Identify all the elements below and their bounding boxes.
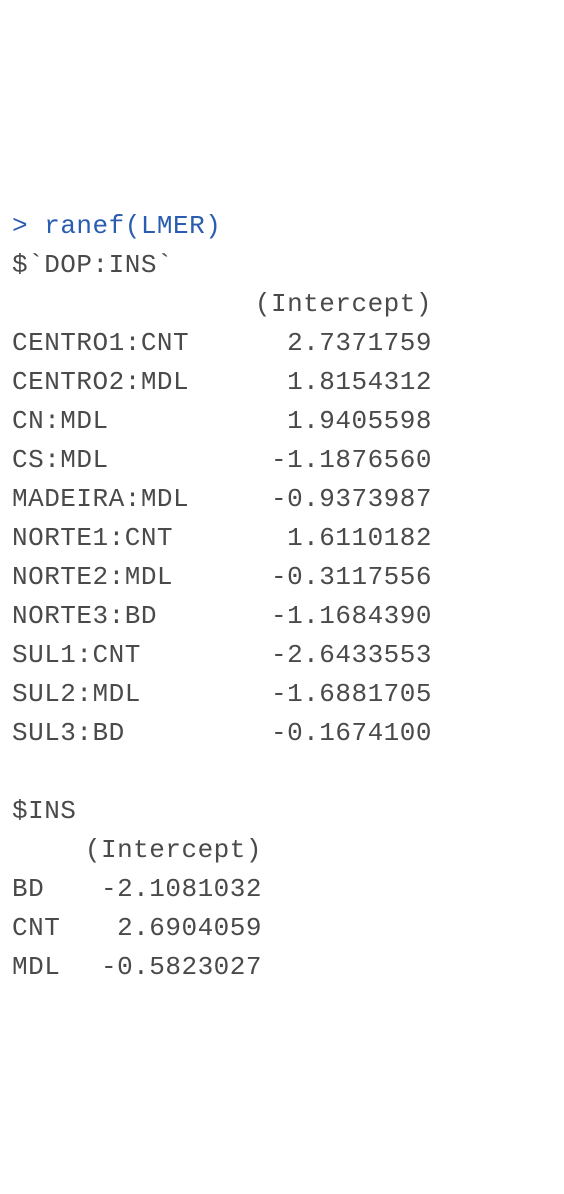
table-row-label: CENTRO1:CNT: [12, 324, 232, 363]
table-row-value: -1.1876560: [232, 441, 432, 480]
table-row-label: NORTE3:BD: [12, 597, 232, 636]
table-row-label: SUL2:MDL: [12, 675, 232, 714]
table-row-label: MADEIRA:MDL: [12, 480, 232, 519]
group1-header: (Intercept): [12, 285, 432, 324]
table-row-value: 1.6110182: [232, 519, 432, 558]
table-row-label: CS:MDL: [12, 441, 232, 480]
table-row-label: CNT: [12, 909, 82, 948]
table-row-label: CENTRO2:MDL: [12, 363, 232, 402]
table-row-value: 2.6904059: [82, 909, 262, 948]
table-row-value: 1.8154312: [232, 363, 432, 402]
r-command: ranef(LMER): [44, 211, 221, 241]
r-console-output: > ranef(LMER) $`DOP:INS` (Intercept) CEN…: [12, 168, 552, 987]
table-row-label: MDL: [12, 948, 82, 987]
table-row-label: NORTE2:MDL: [12, 558, 232, 597]
table-row-value: -1.6881705: [232, 675, 432, 714]
table-row-label: CN:MDL: [12, 402, 232, 441]
table-row-value: 2.7371759: [232, 324, 432, 363]
table-row-label: BD: [12, 870, 82, 909]
table-row-value: -1.1684390: [232, 597, 432, 636]
table-row-value: -0.5823027: [82, 948, 262, 987]
table-row-label: NORTE1:CNT: [12, 519, 232, 558]
group2-name: $INS: [12, 796, 76, 826]
table-row-value: -2.1081032: [82, 870, 262, 909]
table-row-label: SUL3:BD: [12, 714, 232, 753]
group1-name: $`DOP:INS`: [12, 250, 173, 280]
table-row-value: 1.9405598: [232, 402, 432, 441]
table-row-value: -2.6433553: [232, 636, 432, 675]
group2-header: (Intercept): [12, 831, 262, 870]
table-row-value: -0.3117556: [232, 558, 432, 597]
table-row-value: -0.1674100: [232, 714, 432, 753]
r-prompt: >: [12, 211, 44, 241]
table-row-label: SUL1:CNT: [12, 636, 232, 675]
table-row-value: -0.9373987: [232, 480, 432, 519]
